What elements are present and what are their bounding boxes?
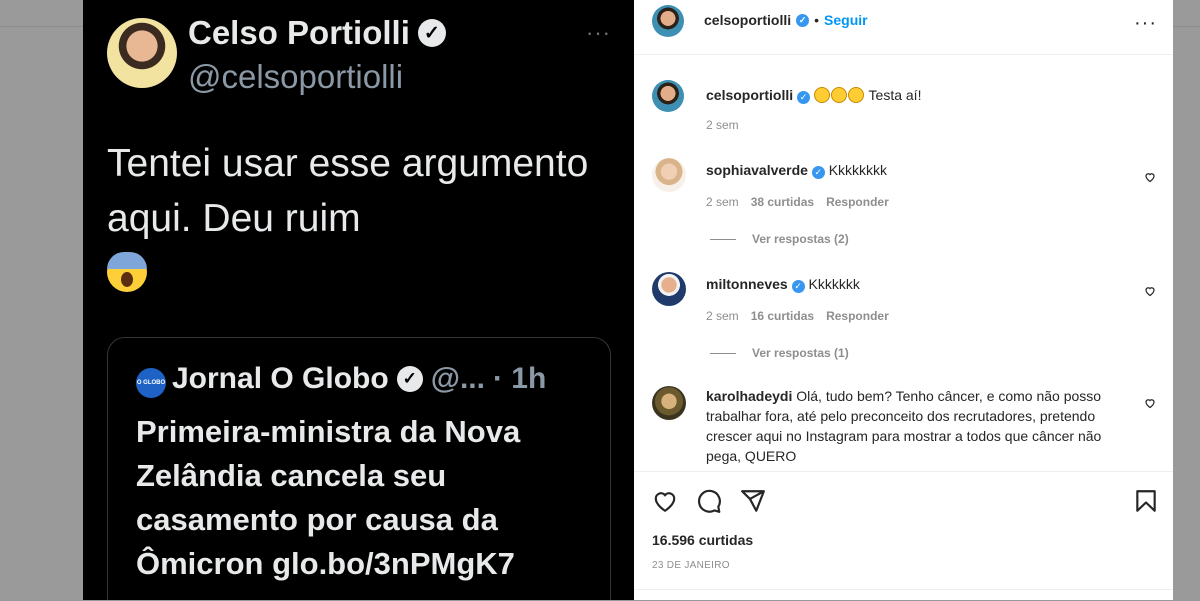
view-replies-label: Ver respostas (1): [752, 346, 849, 360]
follow-button[interactable]: Seguir: [824, 12, 868, 28]
avatar[interactable]: [652, 272, 686, 306]
quoted-text: Primeira-ministra da Nova Zelândia cance…: [136, 414, 521, 581]
comment-text: sophiavalverde ✓ Kkkkkkkk: [706, 160, 1126, 180]
tweet-author-name: Celso Portiolli: [188, 14, 410, 51]
backdrop: [0, 0, 83, 600]
quoted-tweet-header: Jornal O Globo ✓ @... · 1h: [172, 362, 546, 396]
tweet-avatar: [107, 18, 177, 88]
o-globo-logo: O GLOBO: [136, 368, 166, 398]
caption-username[interactable]: celsoportiolli: [706, 87, 793, 103]
caption-time: 2 sem: [706, 118, 739, 132]
bookmark-icon[interactable]: [1133, 488, 1159, 514]
verified-icon: ✓: [811, 165, 825, 179]
post-actions: 16.596 curtidas 23 DE JANEIRO: [634, 471, 1173, 601]
more-icon[interactable]: ···: [1134, 12, 1157, 35]
quoted-author: Jornal O Globo: [172, 362, 389, 395]
avatar[interactable]: [652, 158, 686, 192]
comment-username[interactable]: miltonneves: [706, 276, 788, 292]
post-header: celsoportiolli ✓ • Seguir ···: [634, 0, 1173, 55]
tweet-author: Celso Portiolli ✓: [188, 14, 446, 52]
comment-body: Kkkkkkkk: [828, 162, 888, 178]
post-username[interactable]: celsoportiolli: [704, 12, 791, 28]
divider: [634, 589, 1173, 590]
backdrop: [1173, 0, 1200, 600]
comment-likes[interactable]: 38 curtidas: [751, 195, 814, 209]
verified-icon: ✓: [791, 279, 805, 293]
comment-time: 2 sem: [706, 195, 739, 209]
quoted-time: · 1h: [492, 362, 547, 395]
verified-icon: ✓: [417, 19, 446, 47]
comment-meta: 2 sem 16 curtidas Responder: [706, 309, 889, 323]
caption-text: celsoportiolli ✓ Testa aí!: [706, 85, 1126, 105]
view-replies-button[interactable]: Ver respostas (1): [710, 346, 849, 360]
caption-body: Testa aí!: [868, 87, 922, 103]
comment-text: miltonneves ✓ Kkkkkkk: [706, 274, 1126, 294]
verified-icon: ✓: [796, 13, 810, 27]
more-icon: ···: [586, 20, 611, 45]
reply-button[interactable]: Responder: [826, 195, 889, 209]
heart-icon[interactable]: [652, 488, 678, 514]
reply-button[interactable]: Responder: [826, 309, 889, 323]
caption-meta: 2 sem: [706, 118, 739, 132]
share-icon[interactable]: [740, 488, 766, 514]
view-replies-button[interactable]: Ver respostas (2): [710, 232, 849, 246]
avatar[interactable]: [652, 386, 686, 420]
post-sidebar: celsoportiolli ✓ • Seguir ··· celsoporti…: [634, 0, 1173, 600]
comment-time: 2 sem: [706, 309, 739, 323]
quoted-handle: @...: [430, 362, 485, 395]
heart-icon[interactable]: [1144, 285, 1156, 297]
heart-icon[interactable]: [1144, 397, 1156, 409]
comment-likes[interactable]: 16 curtidas: [751, 309, 814, 323]
comment-username[interactable]: karolhadeydi: [706, 388, 792, 404]
divider: [710, 238, 736, 240]
quoted-tweet: O GLOBO Jornal O Globo ✓ @... · 1h Prime…: [107, 337, 611, 600]
post-image: Celso Portiolli ✓ @celsoportiolli ··· Te…: [83, 0, 634, 600]
comment-meta: 2 sem 38 curtidas Responder: [706, 195, 889, 209]
tweet-text: Tentei usar esse argumento aqui. Deu rui…: [107, 136, 607, 301]
likes-count[interactable]: 16.596 curtidas: [652, 532, 753, 548]
avatar[interactable]: [652, 5, 684, 37]
verified-icon: ✓: [797, 90, 811, 104]
laughing-emoji-icon: [847, 87, 864, 103]
post-date: 23 DE JANEIRO: [652, 560, 730, 571]
separator: •: [814, 12, 820, 28]
tweet-text-body: Tentei usar esse argumento aqui. Deu rui…: [107, 142, 589, 240]
verified-icon: ✓: [396, 366, 423, 392]
comments-list[interactable]: celsoportiolli ✓ Testa aí! 2 sem sophiav…: [634, 55, 1173, 470]
heart-icon[interactable]: [1144, 171, 1156, 183]
post-author: celsoportiolli ✓ • Seguir: [704, 12, 868, 28]
comment-username[interactable]: sophiavalverde: [706, 162, 808, 178]
view-replies-label: Ver respostas (2): [752, 232, 849, 246]
laughing-emoji-icon: [830, 87, 847, 103]
avatar[interactable]: [652, 80, 684, 112]
tweet-handle: @celsoportiolli: [188, 58, 404, 95]
laughing-emoji-icon: [813, 87, 830, 103]
comment-body: Kkkkkkk: [808, 276, 860, 292]
comment-icon[interactable]: [696, 488, 722, 514]
comment-text: karolhadeydi Olá, tudo bem? Tenho câncer…: [706, 386, 1126, 466]
scream-emoji-icon: [107, 252, 147, 292]
divider: [710, 352, 736, 354]
